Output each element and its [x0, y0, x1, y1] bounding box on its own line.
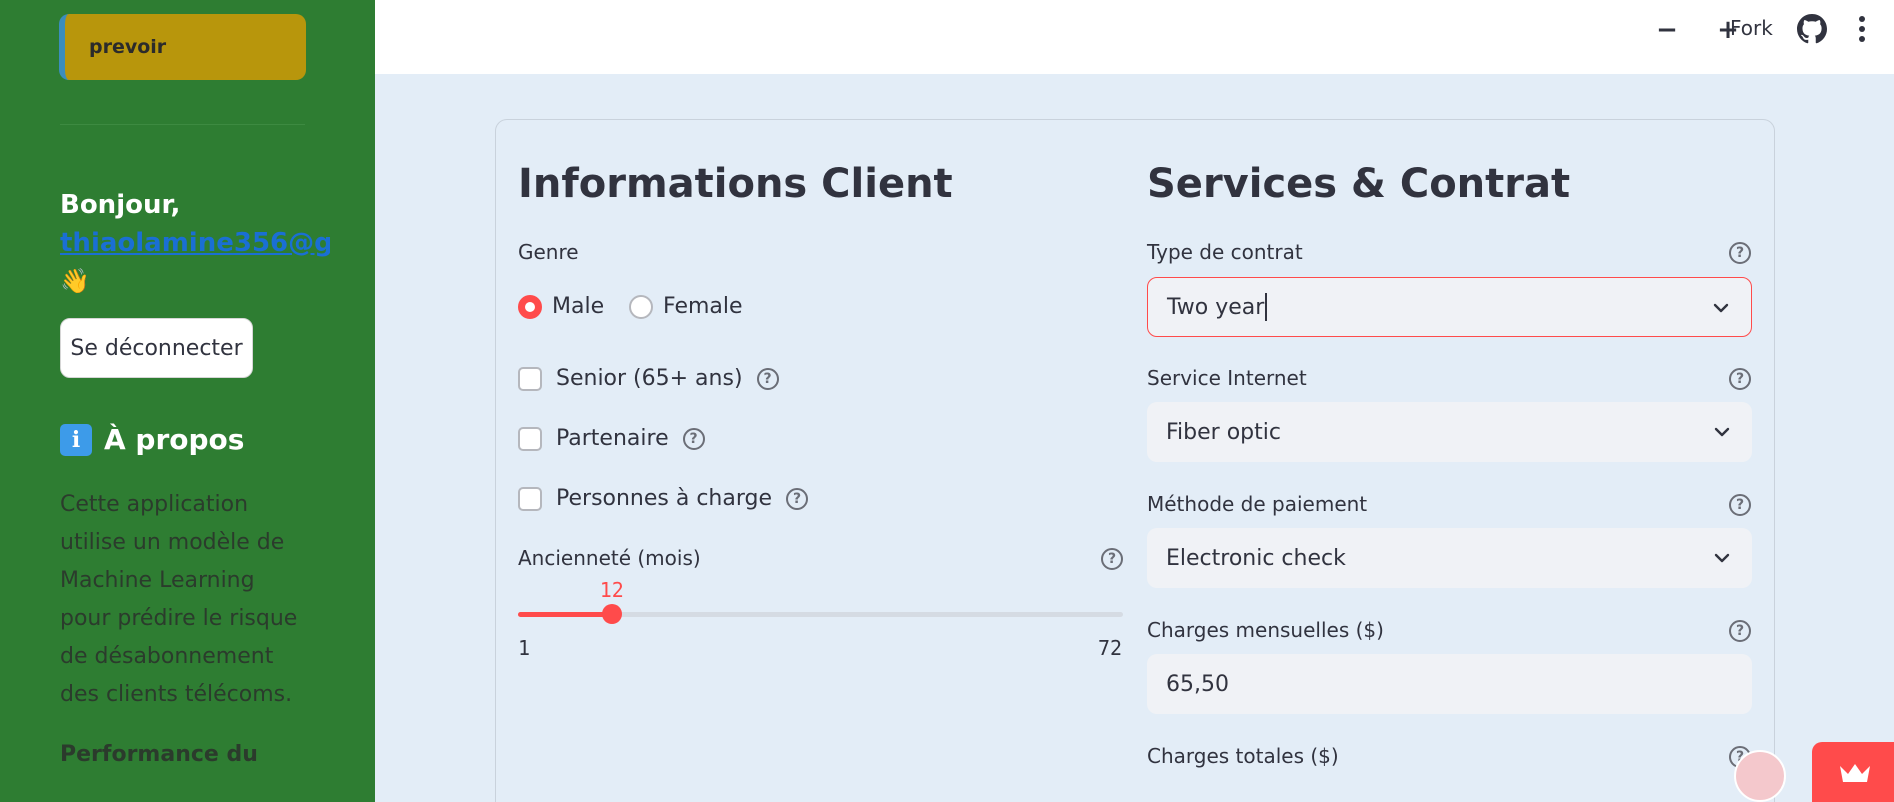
- decrement-button[interactable]: −: [1651, 14, 1683, 46]
- services-section-title: Services & Contrat: [1147, 161, 1571, 207]
- monthly-charges-input[interactable]: 65,50 − +: [1147, 15, 1752, 714]
- greeting: Bonjour, thiaolamine356@gm 👋: [60, 186, 350, 300]
- monthly-charges-value: 65,50: [1166, 671, 1229, 697]
- radio-female[interactable]: [629, 294, 653, 319]
- chevron-down-icon: [1714, 553, 1730, 563]
- increment-button[interactable]: +: [1712, 14, 1744, 46]
- dependents-label: Personnes à charge: [556, 486, 773, 511]
- payment-select[interactable]: Electronic check: [1147, 528, 1752, 588]
- text-caret: [1265, 293, 1268, 321]
- contract-select-value: Two year: [1167, 294, 1265, 320]
- help-icon[interactable]: ?: [1729, 368, 1751, 390]
- genre-label: Genre: [518, 240, 579, 264]
- radio-male[interactable]: [518, 294, 542, 319]
- tenure-slider-thumb[interactable]: [601, 604, 622, 624]
- help-icon[interactable]: ?: [1729, 620, 1751, 642]
- partner-checkbox-row[interactable]: Partenaire ?: [518, 426, 705, 451]
- sidebar: prevoir Bonjour, thiaolamine356@gm 👋 Se …: [0, 0, 375, 802]
- dependents-checkbox[interactable]: [518, 486, 542, 511]
- kebab-menu-icon[interactable]: [1855, 14, 1869, 44]
- about-description: Cette application utilise un modèle de M…: [60, 492, 298, 707]
- payment-select-value: Electronic check: [1166, 545, 1346, 571]
- contract-label: Type de contrat: [1147, 240, 1303, 264]
- help-icon[interactable]: ?: [1729, 494, 1751, 516]
- genre-option-female[interactable]: Female: [629, 294, 743, 319]
- nav-prevoir-button[interactable]: prevoir: [59, 14, 306, 80]
- radio-female-label: Female: [663, 294, 743, 319]
- tenure-slider-fill: [518, 612, 612, 617]
- help-icon[interactable]: ?: [1729, 242, 1751, 264]
- sidebar-divider: [60, 124, 305, 125]
- tenure-slider-max: 72: [1098, 636, 1123, 660]
- genre-option-male[interactable]: Male: [518, 294, 604, 319]
- internet-label: Service Internet: [1147, 366, 1307, 390]
- info-icon: i: [60, 423, 92, 456]
- performance-heading: Performance du: [60, 742, 258, 767]
- help-icon[interactable]: ?: [682, 427, 705, 450]
- dependents-checkbox-row[interactable]: Personnes à charge ?: [518, 486, 809, 511]
- about-heading: i À propos: [60, 423, 244, 456]
- senior-checkbox-row[interactable]: Senior (65+ ans) ?: [518, 366, 779, 391]
- github-icon[interactable]: [1797, 14, 1827, 44]
- wave-emoji: 👋: [60, 267, 90, 295]
- chevron-down-icon: [1713, 303, 1729, 313]
- internet-select[interactable]: Fiber optic: [1147, 402, 1752, 462]
- help-icon[interactable]: ?: [1101, 548, 1123, 570]
- tenure-slider-min: 1: [518, 636, 531, 660]
- radio-male-label: Male: [552, 294, 605, 319]
- client-section-title: Informations Client: [518, 161, 953, 207]
- monthly-charges-label: Charges mensuelles ($): [1147, 618, 1384, 642]
- total-charges-label: Charges totales ($): [1147, 744, 1339, 768]
- crown-icon: [1840, 764, 1870, 782]
- senior-label: Senior (65+ ans): [556, 366, 743, 391]
- partner-label: Partenaire: [556, 426, 669, 451]
- chevron-down-icon: [1714, 427, 1730, 437]
- help-icon[interactable]: ?: [786, 487, 809, 510]
- logout-button[interactable]: Se déconnecter: [60, 318, 253, 378]
- tenure-slider-value: 12: [599, 578, 624, 602]
- partner-checkbox[interactable]: [518, 426, 542, 451]
- about-title-text: À propos: [104, 423, 245, 456]
- greeting-prefix: Bonjour,: [60, 190, 181, 220]
- floating-avatar[interactable]: [1734, 750, 1786, 802]
- help-icon[interactable]: ?: [756, 367, 779, 390]
- contract-select[interactable]: Two year: [1147, 277, 1752, 337]
- tenure-slider-track[interactable]: [518, 604, 1123, 624]
- tenure-label: Ancienneté (mois): [518, 546, 701, 570]
- payment-label: Méthode de paiement: [1147, 492, 1368, 516]
- user-email-link[interactable]: thiaolamine356@gm: [60, 224, 330, 262]
- streamlit-badge[interactable]: [1812, 742, 1894, 802]
- senior-checkbox[interactable]: [518, 366, 542, 391]
- internet-select-value: Fiber optic: [1166, 419, 1281, 445]
